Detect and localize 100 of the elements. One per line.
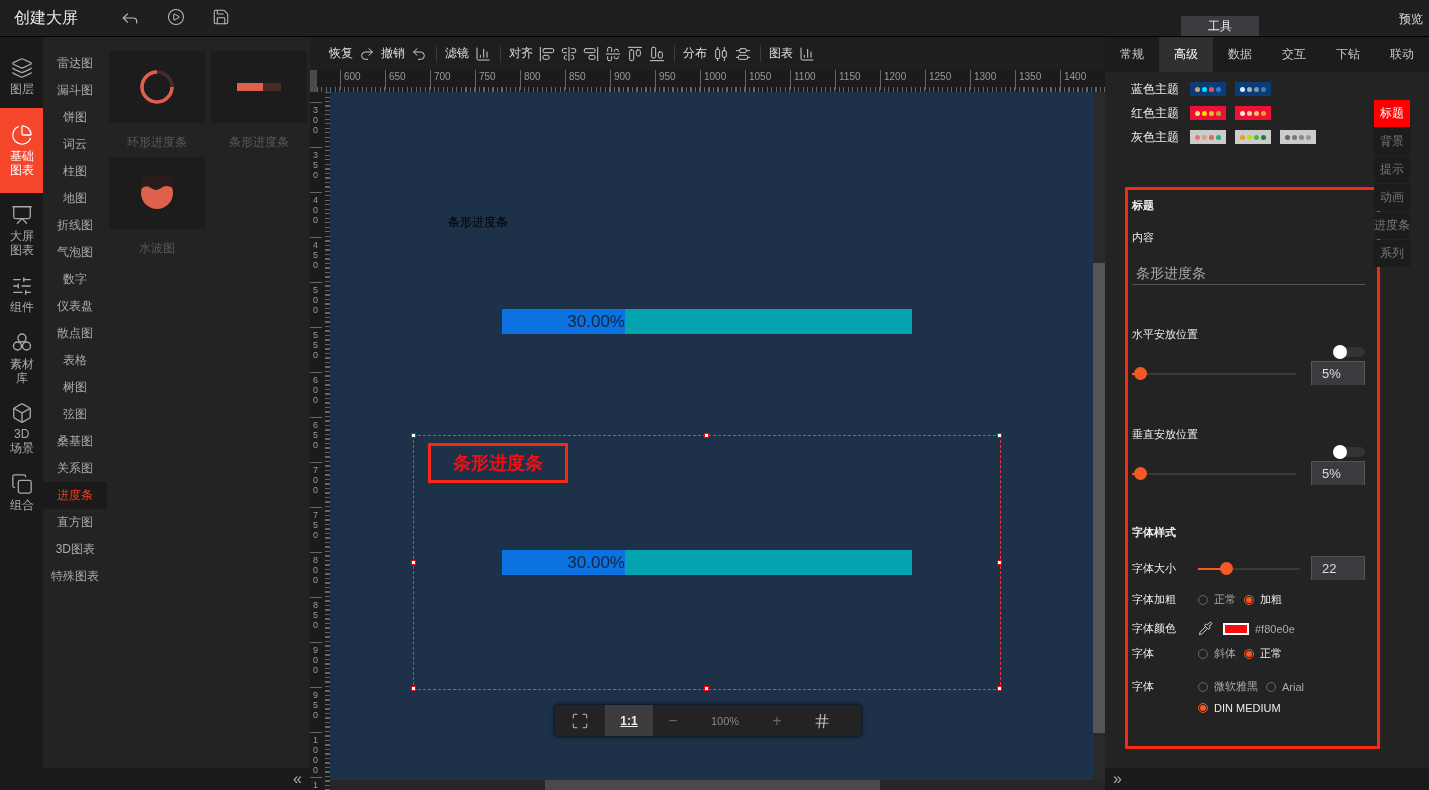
nav-item[interactable]: 大屏图表 xyxy=(0,198,44,264)
category-item[interactable]: 柱图 xyxy=(43,158,108,185)
toggle-switch[interactable] xyxy=(1333,347,1365,357)
category-item[interactable]: 关系图 xyxy=(43,455,108,482)
theme-swatch[interactable] xyxy=(1235,82,1271,96)
settings-tab[interactable]: 常规 xyxy=(1105,37,1159,72)
section-tab[interactable]: 进度条 xyxy=(1374,212,1410,239)
redo-icon[interactable] xyxy=(359,45,375,62)
resize-handle[interactable] xyxy=(704,686,709,691)
slider-thumb[interactable] xyxy=(1134,366,1148,380)
number-field[interactable]: 5% xyxy=(1311,361,1365,385)
section-tab[interactable]: 标题 xyxy=(1374,100,1410,127)
theme-swatch[interactable] xyxy=(1190,82,1226,96)
tools-tab[interactable]: 工具 xyxy=(1181,16,1259,36)
radio-button[interactable] xyxy=(1198,703,1208,713)
bar-chart-icon[interactable] xyxy=(799,45,815,62)
category-item[interactable]: 散点图 xyxy=(43,320,108,347)
section-tab[interactable]: 背景 xyxy=(1374,128,1410,155)
resize-handle[interactable] xyxy=(997,559,1002,565)
scrollbar-thumb[interactable] xyxy=(1093,263,1105,733)
align-bottom-icon[interactable] xyxy=(649,45,665,62)
undo-icon[interactable] xyxy=(411,45,427,62)
category-item[interactable]: 表格 xyxy=(43,347,108,374)
chart-thumbnail[interactable] xyxy=(109,51,206,123)
resize-handle[interactable] xyxy=(997,686,1002,691)
settings-tab[interactable]: 数据 xyxy=(1213,37,1267,72)
radio-option[interactable]: 斜体 xyxy=(1198,646,1236,661)
scrollbar-thumb[interactable] xyxy=(545,780,880,790)
color-swatch[interactable] xyxy=(1223,622,1249,635)
category-item[interactable]: 弦图 xyxy=(43,401,108,428)
align-center-icon[interactable] xyxy=(561,45,577,62)
category-item[interactable]: 词云 xyxy=(43,131,108,158)
slider-thumb[interactable] xyxy=(1134,466,1148,480)
resize-handle[interactable] xyxy=(411,433,416,438)
category-item[interactable]: 漏斗图 xyxy=(43,77,108,104)
theme-swatch[interactable] xyxy=(1280,130,1316,144)
play-icon[interactable] xyxy=(167,8,185,26)
category-item[interactable]: 地图 xyxy=(43,185,108,212)
category-item[interactable]: 数字 xyxy=(43,266,108,293)
expand-button[interactable]: » xyxy=(1113,770,1122,788)
settings-tab[interactable]: 高级 xyxy=(1159,37,1213,72)
chart-thumbnail[interactable] xyxy=(211,51,308,123)
category-item[interactable]: 树图 xyxy=(43,374,108,401)
actual-size-button[interactable]: 1:1 xyxy=(605,705,653,736)
theme-swatch[interactable] xyxy=(1235,130,1271,144)
radio-option[interactable]: 正常 xyxy=(1198,592,1236,607)
eyedropper-icon[interactable] xyxy=(1198,621,1213,636)
scrollbar[interactable] xyxy=(330,780,1105,790)
category-item[interactable]: 进度条 xyxy=(43,482,108,509)
align-top-icon[interactable] xyxy=(627,45,643,62)
scrollbar[interactable] xyxy=(1093,92,1105,780)
section-tab[interactable]: 提示 xyxy=(1374,156,1410,183)
number-field[interactable]: 22 xyxy=(1311,556,1365,580)
category-item[interactable]: 桑基图 xyxy=(43,428,108,455)
distribute-horizontal-icon[interactable] xyxy=(713,45,729,62)
nav-item[interactable]: 3D场景 xyxy=(0,396,44,462)
slider-thumb[interactable] xyxy=(1219,561,1233,575)
category-item[interactable]: 3D图表 xyxy=(43,536,108,563)
align-right-icon[interactable] xyxy=(583,45,599,62)
nav-item[interactable]: 组件 xyxy=(0,269,44,321)
sliders-icon xyxy=(10,275,33,297)
save-icon[interactable] xyxy=(212,8,230,26)
chart-thumbnail[interactable] xyxy=(109,157,206,229)
align-left-icon[interactable] xyxy=(539,45,555,62)
category-item[interactable]: 折线图 xyxy=(43,212,108,239)
resize-handle[interactable] xyxy=(704,433,709,438)
theme-swatch[interactable] xyxy=(1190,106,1226,120)
radio-option[interactable]: DIN MEDIUM xyxy=(1198,702,1281,714)
nav-item[interactable]: 素材库 xyxy=(0,325,44,392)
theme-swatch[interactable] xyxy=(1235,106,1271,120)
category-item[interactable]: 仪表盘 xyxy=(43,293,108,320)
bar-chart-icon[interactable] xyxy=(475,45,491,62)
radio-option[interactable]: 加粗 xyxy=(1244,592,1282,607)
settings-tab[interactable]: 联动 xyxy=(1375,37,1429,72)
resize-handle[interactable] xyxy=(411,559,416,565)
category-item[interactable]: 雷达图 xyxy=(43,50,108,77)
nav-item[interactable]: 组合 xyxy=(0,466,44,519)
number-field[interactable]: 5% xyxy=(1311,461,1365,485)
resize-handle[interactable] xyxy=(411,686,416,691)
category-item[interactable]: 气泡图 xyxy=(43,239,108,266)
nav-item[interactable]: 图层 xyxy=(0,51,44,103)
collapse-button[interactable]: « xyxy=(293,770,302,788)
section-tab[interactable]: 动画 xyxy=(1374,184,1410,211)
align-middle-icon[interactable] xyxy=(605,45,621,62)
radio-option[interactable]: 微软雅黑 xyxy=(1198,679,1258,694)
section-tab[interactable]: 系列 xyxy=(1374,240,1410,267)
distribute-vertical-icon[interactable] xyxy=(735,45,751,62)
settings-tab[interactable]: 交互 xyxy=(1267,37,1321,72)
nav-item[interactable]: 基础图表 xyxy=(0,107,44,194)
content-field[interactable]: 条形进度条 xyxy=(1132,263,1365,285)
toggle-switch[interactable] xyxy=(1333,447,1365,457)
theme-swatch[interactable] xyxy=(1190,130,1226,144)
category-item[interactable]: 特殊图表 xyxy=(43,563,108,590)
radio-option[interactable]: 正常 xyxy=(1244,646,1282,661)
radio-option[interactable]: Arial xyxy=(1266,679,1304,694)
settings-tab[interactable]: 下钻 xyxy=(1321,37,1375,72)
preview-link[interactable]: 预览 xyxy=(1399,11,1423,28)
category-item[interactable]: 饼图 xyxy=(43,104,108,131)
category-item[interactable]: 直方图 xyxy=(43,509,108,536)
resize-handle[interactable] xyxy=(997,433,1002,438)
